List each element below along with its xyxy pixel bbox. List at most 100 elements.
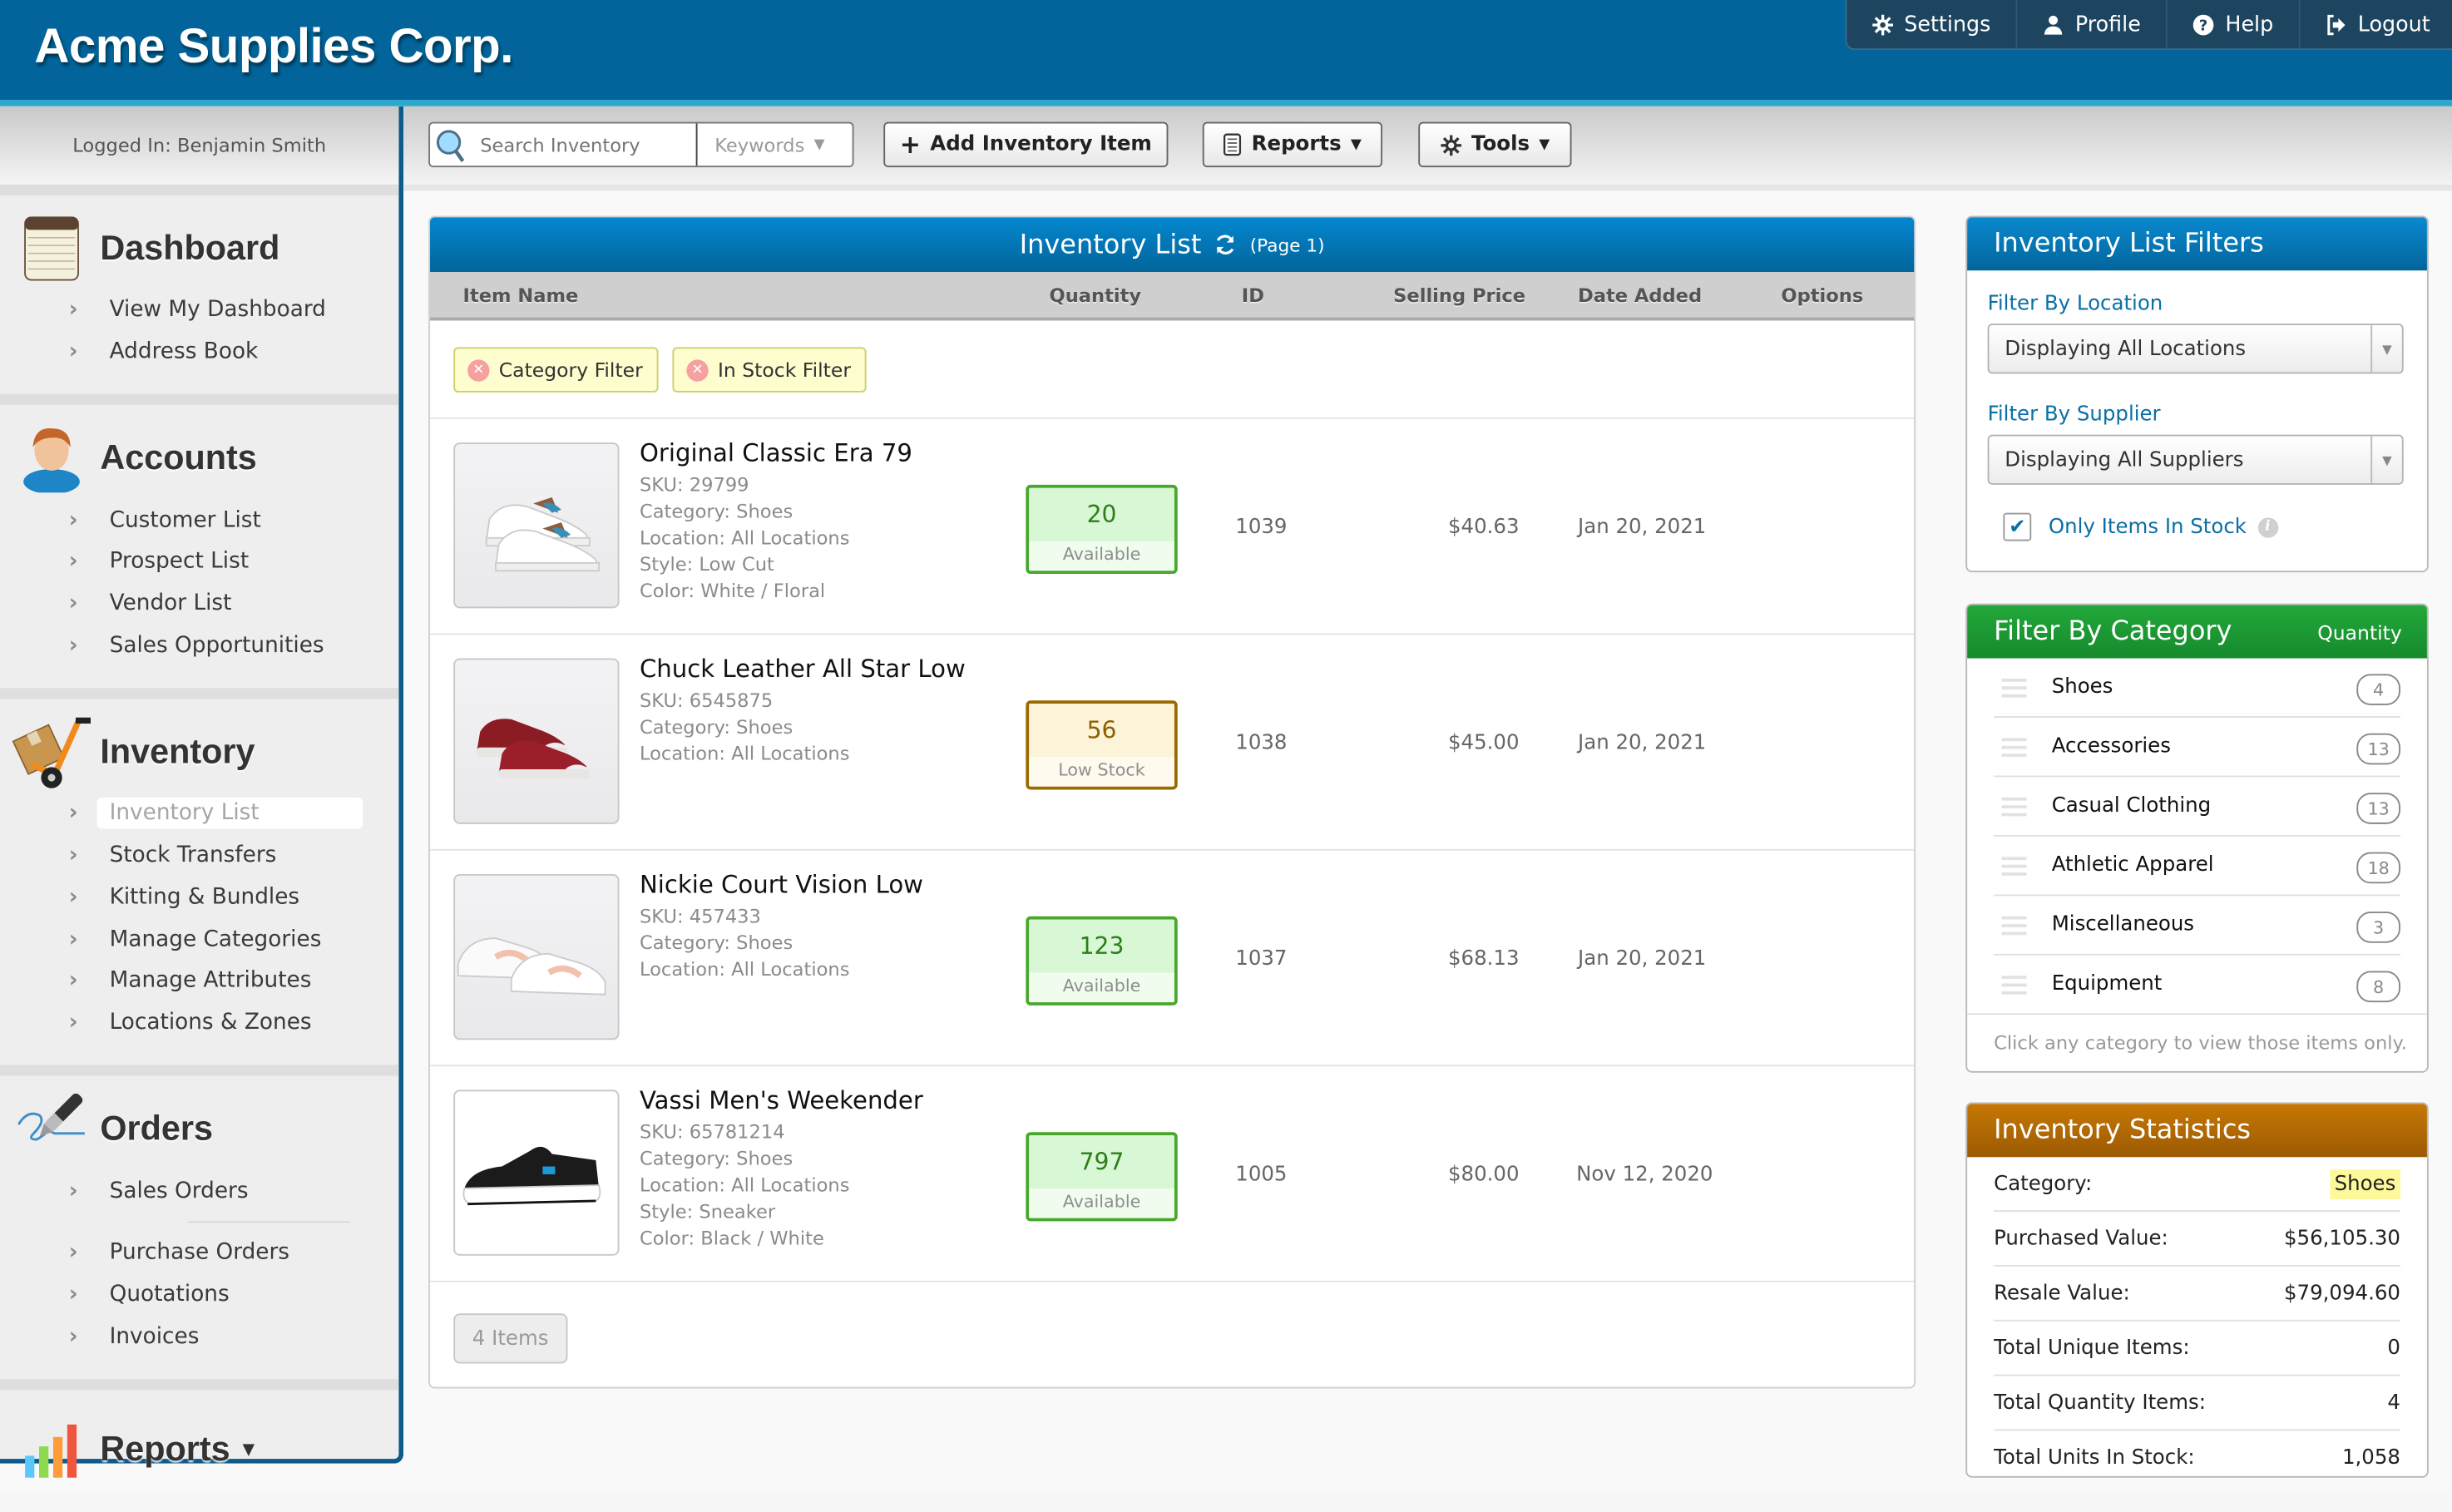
sidebar-item-label: Address Book — [109, 339, 259, 365]
category-count: 13 — [2356, 733, 2400, 765]
item-name-link[interactable]: Original Classic Era 79 — [640, 439, 912, 467]
category-name: Miscellaneous — [2051, 912, 2195, 937]
quantity-badge: 797 Available — [1026, 1132, 1178, 1222]
stat-value: 0 — [2387, 1336, 2400, 1360]
sidebar-item-label: Inventory List — [96, 798, 363, 830]
sidebar-title-reports: Reports — [100, 1429, 230, 1469]
col-item-name[interactable]: Item Name — [463, 284, 579, 306]
sidebar-item-locations-zones[interactable]: › Locations & Zones — [0, 1001, 398, 1043]
inventory-list-panel: Inventory List (Page 1) Item Name Quanti… — [428, 215, 1916, 1389]
category-item[interactable]: Miscellaneous 3 — [1994, 896, 2400, 956]
item-color: Color: White / Floral — [639, 580, 826, 602]
filters-panel-title: Inventory List Filters — [1967, 217, 2427, 271]
sidebar-heading-orders[interactable]: Orders — [0, 1089, 398, 1170]
sidebar-item-sales-orders[interactable]: › Sales Orders — [0, 1170, 398, 1212]
chevron-right-icon: › — [68, 968, 78, 994]
remove-filter-icon[interactable]: ✕ — [686, 358, 709, 381]
sidebar-item-manage-categories[interactable]: › Manage Categories — [0, 918, 398, 960]
search-mode-select[interactable]: Keywords ▼ — [695, 123, 853, 166]
category-item[interactable]: Accessories 13 — [1994, 718, 2400, 778]
sidebar-heading-inventory[interactable]: Inventory — [0, 712, 398, 793]
logout-link[interactable]: Logout — [2300, 0, 2452, 48]
category-item[interactable]: Casual Clothing 13 — [1994, 777, 2400, 837]
supplier-filter-label: Filter By Supplier — [1987, 403, 2161, 427]
sidebar-heading-accounts[interactable]: Accounts — [0, 418, 398, 500]
item-name-link[interactable]: Vassi Men's Weekender — [640, 1087, 923, 1115]
category-filter-chip[interactable]: ✕ Category Filter — [453, 347, 659, 393]
item-name-link[interactable]: Nickie Court Vision Low — [640, 871, 923, 899]
sidebar-item-purchase-orders[interactable]: › Purchase Orders — [0, 1232, 398, 1273]
sidebar-item-prospect-list[interactable]: › Prospect List — [0, 541, 398, 583]
item-price: $45.00 — [1447, 731, 1520, 756]
item-name-link[interactable]: Chuck Leather All Star Low — [640, 655, 966, 684]
refresh-icon[interactable] — [1214, 233, 1237, 256]
drag-handle-icon[interactable] — [2001, 678, 2027, 697]
sidebar-item-quotations[interactable]: › Quotations — [0, 1274, 398, 1316]
sidebar-item-invoices[interactable]: › Invoices — [0, 1316, 398, 1357]
profile-link[interactable]: Profile — [2017, 0, 2168, 49]
sidebar-item-inventory-list[interactable]: › Inventory List — [0, 793, 398, 834]
col-quantity[interactable]: Quantity — [1050, 284, 1142, 306]
info-icon[interactable]: i — [2257, 516, 2278, 537]
tools-dropdown-button[interactable]: Tools ▼ — [1418, 121, 1572, 168]
sidebar-item-stock-transfers[interactable]: › Stock Transfers — [0, 835, 398, 877]
search-input[interactable] — [470, 131, 696, 157]
sidebar-item-address-book[interactable]: › Address Book — [0, 331, 398, 373]
add-inventory-item-button[interactable]: + Add Inventory Item — [883, 121, 1169, 168]
category-item[interactable]: Equipment 8 — [1994, 956, 2400, 1014]
supplier-filter-select[interactable]: Displaying All Suppliers ▼ — [1987, 434, 2404, 485]
in-stock-filter-chip[interactable]: ✕ In Stock Filter — [672, 347, 867, 393]
sidebar-item-kitting-bundles[interactable]: › Kitting & Bundles — [0, 877, 398, 918]
category-item[interactable]: Athletic Apparel 18 — [1994, 837, 2400, 897]
drag-handle-icon[interactable] — [2001, 737, 2027, 757]
col-date-added[interactable]: Date Added — [1578, 284, 1702, 306]
sidebar-heading-dashboard[interactable]: Dashboard — [0, 208, 398, 289]
settings-link[interactable]: Settings — [1846, 0, 2018, 49]
col-selling-price[interactable]: Selling Price — [1393, 284, 1525, 306]
drag-handle-icon[interactable] — [2001, 915, 2027, 935]
remove-filter-icon[interactable]: ✕ — [467, 358, 490, 381]
item-category: Category: Shoes — [639, 931, 793, 954]
col-options[interactable]: Options — [1781, 284, 1863, 306]
sidebar-item-sales-opportunities[interactable]: › Sales Opportunities — [0, 625, 398, 666]
chevron-right-icon: › — [68, 507, 78, 533]
add-inventory-item-label: Add Inventory Item — [930, 132, 1152, 157]
sidebar-item-vendor-list[interactable]: › Vendor List — [0, 583, 398, 625]
sidebar-item-view-my-dashboard[interactable]: › View My Dashboard — [0, 289, 398, 331]
checkmark-icon[interactable]: ✔ — [2003, 512, 2032, 541]
caret-down-icon: ▼ — [1539, 136, 1550, 153]
item-date: Jan 20, 2021 — [1578, 516, 1707, 540]
category-name: Shoes — [2051, 675, 2113, 699]
col-id[interactable]: ID — [1242, 284, 1264, 306]
search-icon[interactable] — [430, 127, 471, 162]
category-count: 3 — [2356, 912, 2400, 943]
chevron-right-icon: › — [68, 633, 78, 659]
sidebar-heading-reports[interactable]: Reports ▼ — [0, 1409, 398, 1490]
product-image-white-court-sneaker[interactable] — [453, 873, 620, 1040]
sidebar-item-customer-list[interactable]: › Customer List — [0, 499, 398, 541]
reports-dropdown-button[interactable]: Reports ▼ — [1202, 121, 1383, 168]
category-item[interactable]: Shoes 4 — [1994, 659, 2400, 718]
only-in-stock-checkbox[interactable]: ✔ Only Items In Stock i — [2003, 512, 2427, 541]
drag-handle-icon[interactable] — [2001, 975, 2027, 994]
stat-value: 4 — [2387, 1391, 2400, 1415]
chevron-right-icon: › — [68, 1240, 78, 1266]
help-icon: ? — [2192, 13, 2214, 35]
sidebar: Logged In: Benjamin Smith Dashboard › Vie… — [0, 106, 404, 1478]
location-filter-select[interactable]: Displaying All Locations ▼ — [1987, 324, 2404, 374]
item-date: Jan 20, 2021 — [1578, 731, 1707, 756]
drag-handle-icon[interactable] — [2001, 796, 2027, 816]
sidebar-item-manage-attributes[interactable]: › Manage Attributes — [0, 960, 398, 1001]
drag-handle-icon[interactable] — [2001, 856, 2027, 875]
item-details: SKU: 457433 Category: Shoes Location: Al… — [640, 904, 850, 984]
category-name: Accessories — [2051, 734, 2171, 758]
product-image-red-sneaker[interactable] — [453, 658, 620, 824]
item-count-button[interactable]: 4 Items — [453, 1313, 568, 1364]
product-image-black-sneaker[interactable] — [453, 1090, 620, 1256]
gear-icon — [1871, 13, 1893, 35]
product-image-white-floral-sneaker[interactable] — [453, 442, 620, 609]
table-row: Vassi Men's Weekender SKU: 65781214 Cate… — [430, 1066, 1915, 1282]
help-link[interactable]: ? Help — [2168, 0, 2301, 49]
stat-value: Shoes — [2329, 1169, 2400, 1199]
logged-in-user: Logged In: Benjamin Smith — [0, 106, 399, 185]
